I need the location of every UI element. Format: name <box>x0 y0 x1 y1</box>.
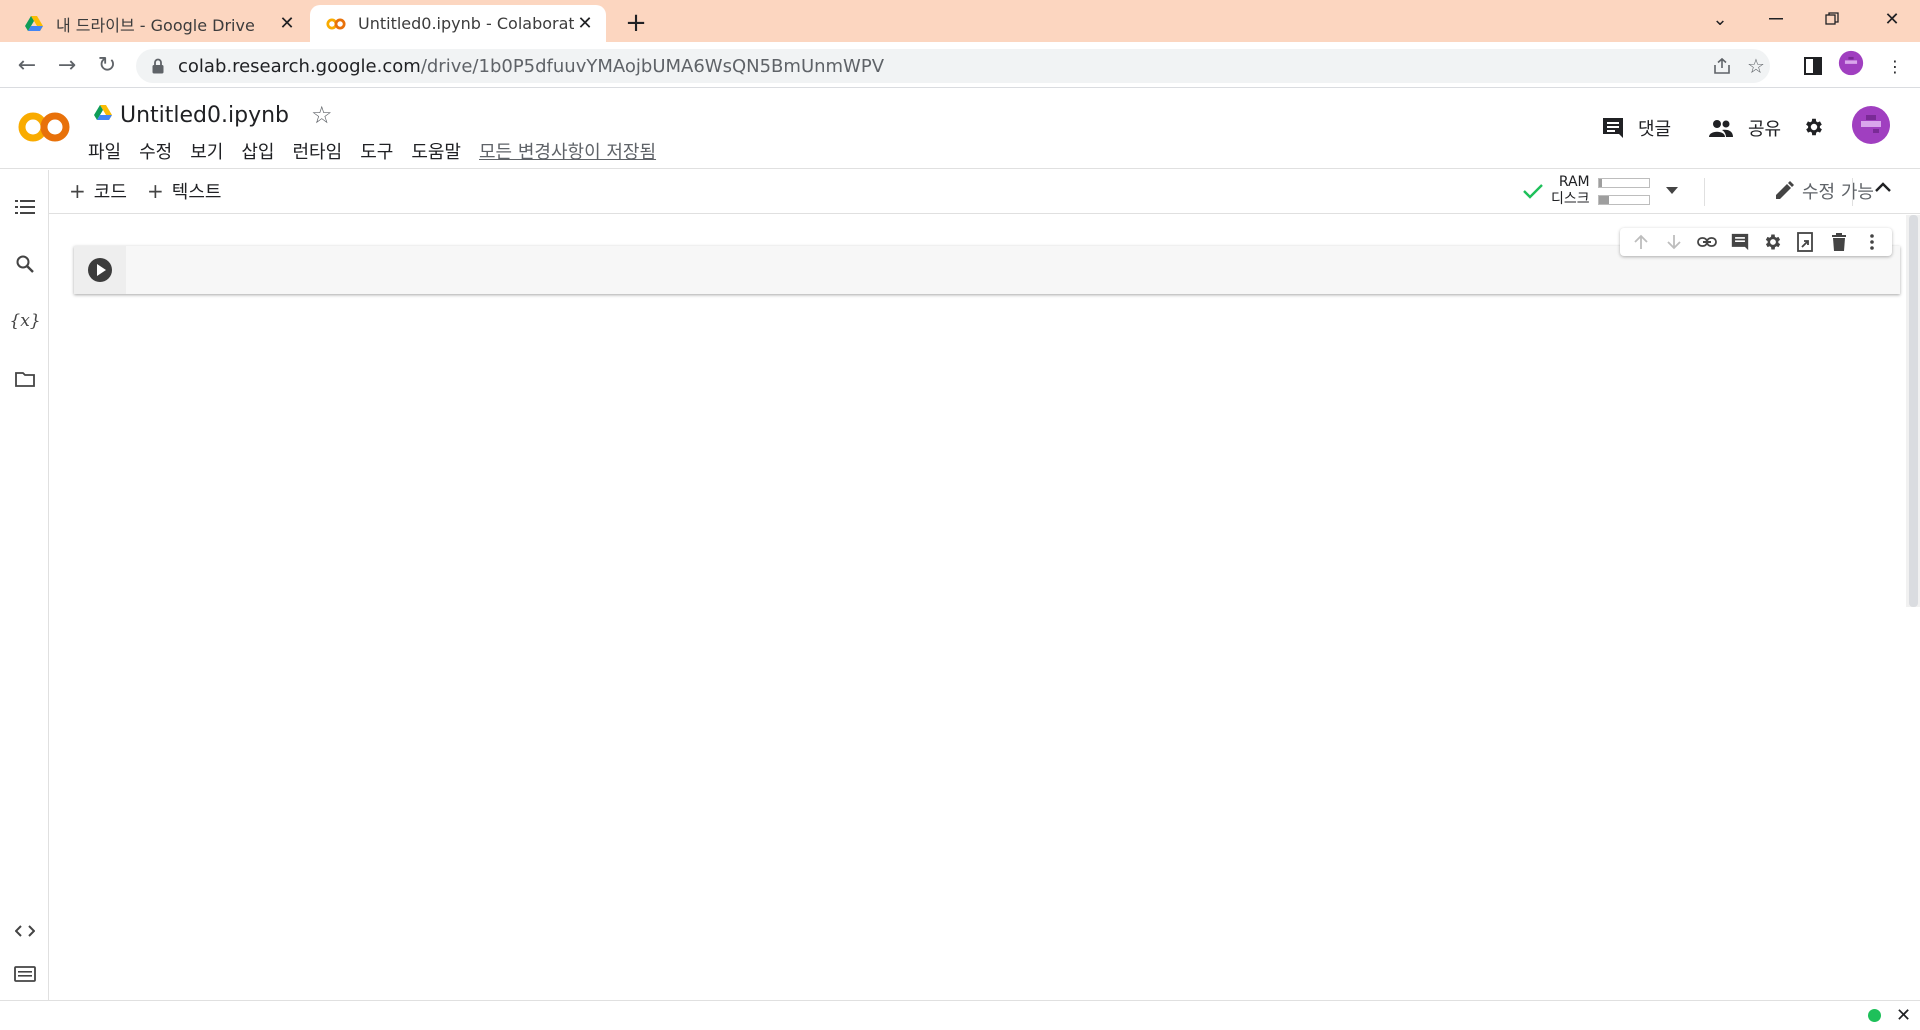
tab-title: Untitled0.ipynb - Colaboratory <box>358 14 574 33</box>
collapse-header-icon[interactable] <box>1875 182 1891 192</box>
cell-gutter <box>74 246 126 294</box>
table-of-contents-icon[interactable] <box>12 194 38 220</box>
toolbar-divider <box>1852 178 1853 206</box>
new-tab-button[interactable]: + <box>620 7 652 39</box>
close-icon[interactable]: ✕ <box>276 13 298 35</box>
mirror-cell-icon[interactable] <box>1789 228 1822 256</box>
command-palette-icon[interactable] <box>12 961 38 987</box>
menu-insert[interactable]: 삽입 <box>241 138 274 164</box>
notebook-scrollbar[interactable] <box>1906 215 1920 607</box>
notebook-toolbar: + 코드 + 텍스트 RAM 디스크 수정 가능 <box>49 170 1920 214</box>
ram-usage-bar <box>1597 177 1650 188</box>
reload-icon[interactable]: ↻ <box>92 50 122 80</box>
connection-status-dot[interactable] <box>1868 1009 1881 1022</box>
google-drive-icon <box>94 105 112 125</box>
account-avatar[interactable] <box>1851 105 1905 145</box>
notebook-title[interactable]: Untitled0.ipynb <box>120 103 289 128</box>
code-snippets-icon[interactable] <box>12 918 38 944</box>
move-down-icon[interactable] <box>1657 228 1690 256</box>
scrollbar-thumb[interactable] <box>1909 215 1918 607</box>
plus-icon: + <box>147 179 164 203</box>
bookmark-star-icon[interactable]: ☆ <box>1744 54 1768 78</box>
share-page-icon[interactable] <box>1710 54 1734 78</box>
notebook-title-row: Untitled0.ipynb ☆ <box>94 101 333 129</box>
menu-bar: 파일 수정 보기 삽입 런타임 도구 도움말 모든 변경사항이 저장됨 <box>88 138 674 164</box>
add-text-label: 텍스트 <box>171 182 222 203</box>
add-code-button[interactable]: + 코드 <box>69 178 127 204</box>
share-label: 공유 <box>1748 119 1782 140</box>
address-bar[interactable]: colab.research.google.com/drive/1b0P5dfu… <box>136 49 1770 83</box>
close-window-button[interactable]: ✕ <box>1864 0 1920 38</box>
resource-bars <box>1597 177 1650 205</box>
side-panel-icon[interactable] <box>1800 53 1826 79</box>
share-button[interactable]: 공유 <box>1708 115 1781 141</box>
resource-labels: RAM 디스크 <box>1551 174 1590 208</box>
lock-icon <box>152 58 164 74</box>
close-icon[interactable]: ✕ <box>1896 1005 1911 1026</box>
link-icon[interactable] <box>1690 228 1723 256</box>
browser-tab-strip: 내 드라이브 - Google Drive ✕ Untitled0.ipynb … <box>0 0 1920 42</box>
star-icon[interactable]: ☆ <box>311 101 333 129</box>
connected-check-icon <box>1523 184 1543 199</box>
run-cell-button[interactable] <box>88 258 112 282</box>
settings-gear-icon[interactable] <box>1803 116 1839 138</box>
cell-toolbar <box>1620 228 1892 256</box>
menu-file[interactable]: 파일 <box>88 138 121 164</box>
more-options-icon[interactable] <box>1855 228 1888 256</box>
saved-status[interactable]: 모든 변경사항이 저장됨 <box>479 138 656 164</box>
restore-button[interactable] <box>1804 0 1860 38</box>
status-bar: ✕ <box>0 1000 1920 1030</box>
move-up-icon[interactable] <box>1624 228 1657 256</box>
menu-tools[interactable]: 도구 <box>360 138 393 164</box>
minimize-button[interactable] <box>1748 0 1804 38</box>
close-icon[interactable]: ✕ <box>574 13 596 35</box>
left-sidebar: {x} <box>0 170 49 1000</box>
back-icon[interactable]: ← <box>12 50 42 80</box>
search-icon[interactable] <box>12 251 38 277</box>
menu-help[interactable]: 도움말 <box>411 138 461 164</box>
menu-edit[interactable]: 수정 <box>139 138 172 164</box>
colab-header: Untitled0.ipynb ☆ 파일 수정 보기 삽입 런타임 도구 도움말… <box>0 89 1920 169</box>
browser-menu-icon[interactable]: ⋮ <box>1882 53 1908 79</box>
tab-colab[interactable]: Untitled0.ipynb - Colaboratory ✕ <box>310 5 606 42</box>
pencil-icon <box>1776 181 1794 199</box>
delete-icon[interactable] <box>1822 228 1855 256</box>
comment-label: 댓글 <box>1638 119 1672 140</box>
forward-icon[interactable]: → <box>52 50 82 80</box>
comment-icon <box>1603 118 1623 138</box>
menu-view[interactable]: 보기 <box>190 138 223 164</box>
ram-label: RAM <box>1558 174 1590 190</box>
comment-button[interactable]: 댓글 <box>1602 115 1671 141</box>
colab-icon <box>326 14 346 34</box>
url-host: colab.research.google.com <box>178 56 421 77</box>
disk-label: 디스크 <box>1551 191 1590 207</box>
toolbar-divider <box>1704 178 1705 206</box>
notebook-area[interactable] <box>50 215 1902 1000</box>
people-icon <box>1709 120 1733 137</box>
plus-icon: + <box>69 179 86 203</box>
comment-icon[interactable] <box>1723 228 1756 256</box>
add-text-button[interactable]: + 텍스트 <box>147 178 221 204</box>
tab-search-icon[interactable]: ⌄ <box>1692 0 1748 38</box>
editing-mode-label: 수정 가능 <box>1802 182 1874 203</box>
add-code-label: 코드 <box>93 182 127 203</box>
folder-icon[interactable] <box>12 366 38 392</box>
variables-icon[interactable]: {x} <box>9 308 40 334</box>
caret-down-icon[interactable] <box>1665 187 1678 195</box>
runtime-resources[interactable]: RAM 디스크 <box>1523 174 1678 208</box>
cell-settings-gear-icon[interactable] <box>1756 228 1789 256</box>
tab-title: 내 드라이브 - Google Drive <box>56 15 255 35</box>
tab-google-drive[interactable]: 내 드라이브 - Google Drive ✕ <box>8 5 308 42</box>
colab-logo[interactable] <box>18 111 70 147</box>
browser-toolbar: ← → ↻ colab.research.google.com/drive/1b… <box>0 42 1920 88</box>
profile-avatar-icon[interactable] <box>1838 50 1864 76</box>
disk-usage-bar <box>1597 194 1650 205</box>
url-text: colab.research.google.com/drive/1b0P5dfu… <box>178 56 884 77</box>
editing-mode-button[interactable]: 수정 가능 <box>1774 178 1874 204</box>
url-path: /drive/1b0P5dfuuvYMAojbUMA6WsQN5BmUnmWPV <box>420 56 885 77</box>
menu-runtime[interactable]: 런타임 <box>293 138 343 164</box>
google-drive-icon <box>24 14 44 34</box>
